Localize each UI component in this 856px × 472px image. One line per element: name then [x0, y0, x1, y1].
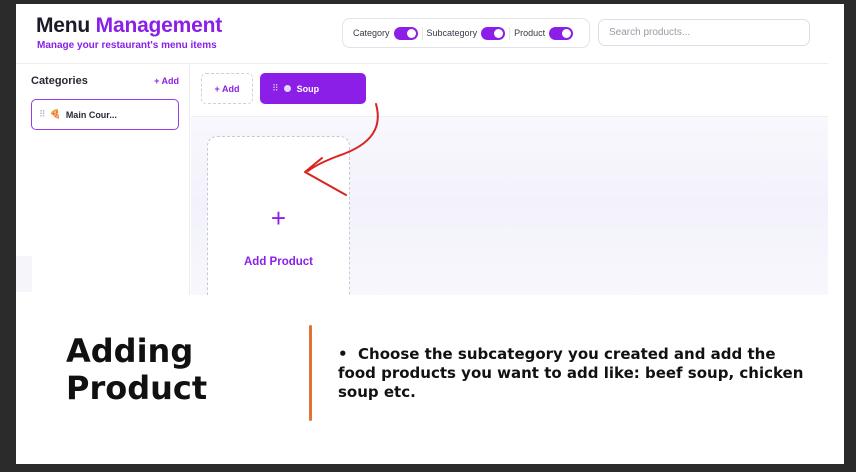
subcategory-chip-soup[interactable]: ⠿ Soup [260, 73, 366, 104]
page-subtitle: Manage your restaurant's menu items [37, 40, 217, 51]
caption-bullet-text: Choose the subcategory you created and a… [338, 345, 804, 402]
dot-icon [283, 85, 291, 92]
subcategory-label: Soup [296, 83, 320, 94]
caption-divider [309, 325, 312, 421]
drag-handle-icon[interactable]: ⠿ [272, 83, 279, 94]
add-product-card[interactable]: + Add Product [207, 136, 350, 311]
caption-bullet: • Choose the subcategory you created and… [338, 345, 804, 402]
toggle-switch[interactable] [549, 26, 574, 40]
toggle-label: Product [514, 28, 546, 38]
add-category-button[interactable]: + Add [154, 76, 179, 86]
add-product-label: Add Product [244, 256, 313, 268]
page-title-accent: Management [95, 14, 223, 37]
sidebar-item-main-course[interactable]: ⠿ 🍕 Main Cour... [31, 99, 179, 130]
view-toggles: Category Subcategory Product [342, 18, 590, 48]
drag-handle-icon[interactable]: ⠿ [39, 109, 46, 120]
toggle-subcategory[interactable]: Subcategory [421, 26, 510, 40]
toggle-product[interactable]: Product [509, 26, 577, 40]
page-title: Menu Management [36, 14, 223, 37]
app-header: Menu Management Manage your restaurant's… [16, 4, 828, 64]
toggle-label: Category [353, 28, 390, 38]
plus-icon: + [270, 203, 287, 233]
background-strip [16, 256, 32, 292]
products-area: + Add ⠿ Soup + Add Product [191, 65, 828, 311]
sidebar-item-label: Main Cour... [65, 109, 117, 120]
categories-sidebar: Categories + Add ⠿ 🍕 Main Cour... [16, 65, 190, 295]
slide-frame: Menu Management Manage your restaurant's… [16, 4, 844, 464]
slide-caption: Adding Product • Choose the subcategory … [16, 295, 844, 464]
toggle-label: Subcategory [426, 28, 478, 38]
add-subcategory-button[interactable]: + Add [201, 73, 253, 104]
toggle-switch[interactable] [481, 26, 506, 40]
search-input[interactable] [598, 19, 810, 46]
toggle-switch[interactable] [393, 26, 418, 40]
pizza-icon: 🍕 [49, 109, 61, 119]
subcategory-bar: + Add ⠿ Soup [191, 65, 828, 117]
caption-title: Adding Product [66, 332, 208, 407]
sidebar-heading: Categories [31, 75, 88, 87]
toggle-category[interactable]: Category [349, 26, 422, 40]
